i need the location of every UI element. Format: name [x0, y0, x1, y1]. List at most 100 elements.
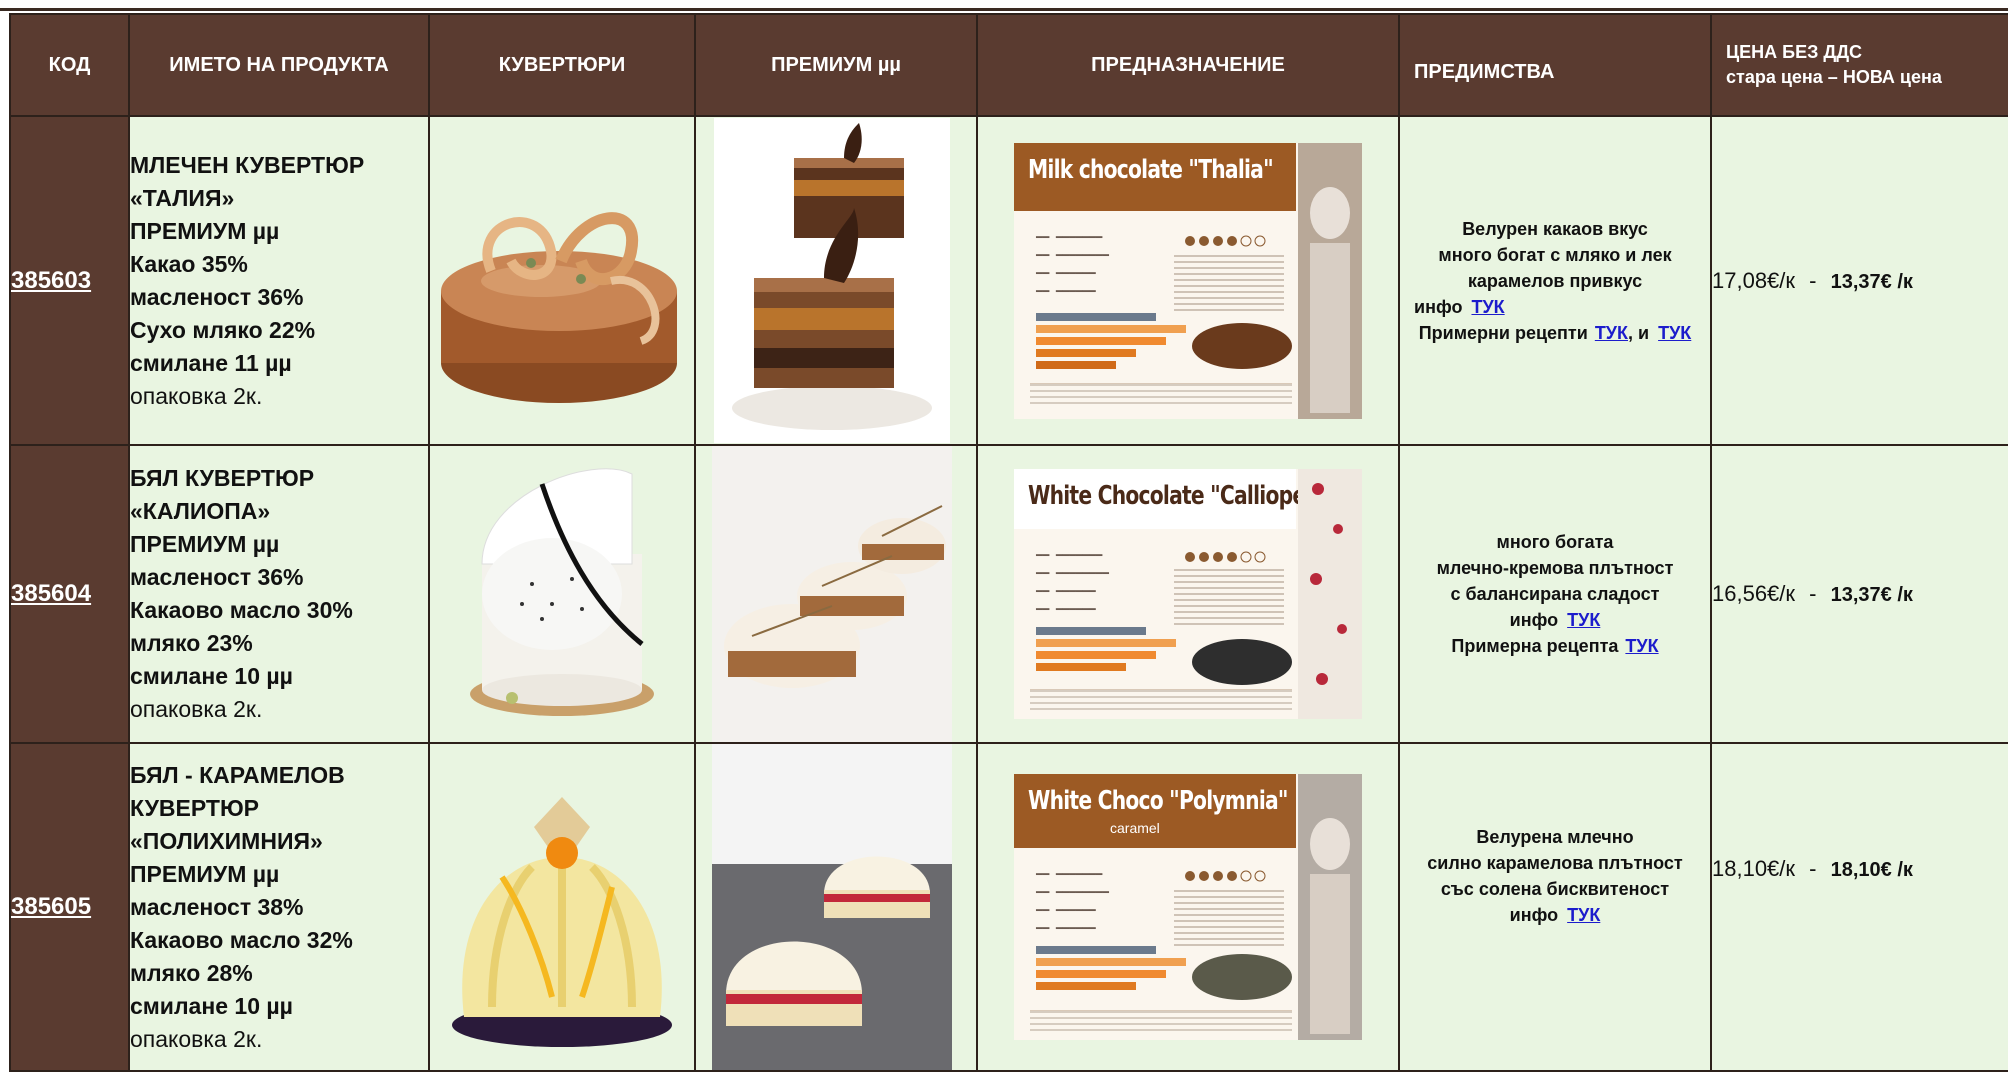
- product-name-line: ПРЕМИУМ µµ: [130, 860, 280, 887]
- info-link[interactable]: ТУК: [1567, 610, 1600, 630]
- product-name-line: смилане 11 µµ: [130, 349, 292, 376]
- couverture-image-cell: [428, 444, 696, 744]
- card-subtitle: caramel: [1110, 820, 1160, 836]
- header-row: КОД ИМЕТО НА ПРОДУКТА КУВЕРТЮРИ ПРЕМИУМ …: [9, 13, 2008, 117]
- price-cell: 17,08€/к - 13,37€ /к: [1710, 115, 2008, 446]
- price-separator: -: [1809, 856, 1817, 881]
- layered-chocolate-cake-image: [714, 118, 950, 443]
- statue-photo: [1298, 142, 1362, 419]
- new-price: 13,37€ /к: [1830, 584, 1913, 606]
- benefit-line: млечно-кремова плътност: [1436, 558, 1674, 578]
- product-code-link[interactable]: 385604: [11, 580, 91, 607]
- new-price: 18,10€ /к: [1830, 859, 1913, 881]
- couverture-image-cell: [428, 115, 696, 446]
- product-table: КОД ИМЕТО НА ПРОДУКТА КУВЕРТЮРИ ПРЕМИУМ …: [9, 13, 2008, 1072]
- code-cell: 385605: [9, 742, 130, 1072]
- price-separator: -: [1809, 581, 1817, 606]
- infographic-card: Milk chocolate "Thalia" ━━ ━━━━━━━ ━━ ━━…: [1014, 142, 1362, 419]
- product-code-link[interactable]: 385605: [11, 893, 91, 920]
- table-row: 385605 БЯЛ - КАРАМЕЛОВ КУВЕРТЮР «ПОЛИХИМ…: [9, 742, 2008, 1072]
- product-name-line: Какаово масло 30%: [130, 597, 353, 623]
- infographic-card: White Chocolate "Calliope" ━━ ━━━━━━━ ━━…: [1014, 469, 1362, 719]
- benefit-line: Велурена млечно: [1476, 827, 1634, 847]
- product-name-line: масленост 36%: [130, 283, 304, 310]
- packaging-text: опаковка 2к.: [130, 1025, 263, 1052]
- packaging-text: опаковка 2к.: [130, 382, 263, 409]
- premium-image-cell: [694, 115, 978, 446]
- info-link[interactable]: ТУК: [1471, 297, 1504, 317]
- card-title: Milk chocolate "Thalia": [1028, 154, 1274, 185]
- card-title: White Chocolate "Calliope": [1028, 481, 1316, 511]
- milk-chocolate-cake-image: [441, 211, 677, 403]
- infographic-card: White Choco "Polymnia" caramel ━━ ━━━━━━…: [1014, 774, 1362, 1040]
- price-cell: 18,10€/к - 18,10€ /к: [1710, 742, 2008, 1072]
- info-label: инфо: [1414, 296, 1463, 317]
- couverture-image-cell: [428, 742, 696, 1072]
- header-benefits: ПРЕДИМСТВА: [1398, 13, 1712, 117]
- product-name-line: «КАЛИОПА»: [130, 498, 271, 524]
- packaging-text: опаковка 2к.: [130, 696, 263, 722]
- card-title: White Choco "Polymnia": [1028, 786, 1288, 816]
- header-price-line2: стара цена – НОВА цена: [1726, 67, 1942, 87]
- product-code-link[interactable]: 385603: [11, 267, 91, 294]
- benefit-line: много богат с мляко и лек: [1438, 244, 1672, 265]
- recipe-label: Примерни рецепти: [1418, 322, 1588, 343]
- product-name-line: масленост 38%: [130, 893, 304, 920]
- benefits-cell: Велурена млечно силно карамелова плътнос…: [1398, 742, 1712, 1072]
- white-tartlets-image: [712, 446, 952, 742]
- price-separator: -: [1809, 267, 1817, 293]
- recipe-link[interactable]: ТУК: [1595, 323, 1628, 343]
- purpose-cell: White Chocolate "Calliope" ━━ ━━━━━━━ ━━…: [976, 444, 1400, 744]
- product-name-line: мляко 28%: [130, 959, 253, 986]
- recipe-link[interactable]: ТУК: [1658, 323, 1691, 343]
- table-row: 385603 МЛЕЧЕН КУВЕРТЮР «ТАЛИЯ» ПРЕМИУМ µ…: [9, 115, 2008, 446]
- benefits-cell: Велурен какаов вкус много богат с мляко …: [1398, 115, 1712, 446]
- price-cell: 16,56€/к - 13,37€ /к: [1710, 444, 2008, 744]
- product-name-line: мляко 23%: [130, 630, 253, 656]
- product-name-line: «ТАЛИЯ»: [130, 184, 235, 211]
- benefit-line: със солена бисквитеност: [1440, 879, 1670, 899]
- product-name-line: масленост 36%: [130, 564, 304, 590]
- info-label: инфо: [1509, 905, 1559, 925]
- product-name-cell: БЯЛ - КАРАМЕЛОВ КУВЕРТЮР «ПОЛИХИМНИЯ» ПР…: [128, 742, 430, 1072]
- header-premium: ПРЕМИУМ µµ: [694, 13, 978, 117]
- cocoa-rating-icon: [1185, 870, 1266, 882]
- cocoa-rating-icon: [1185, 235, 1266, 246]
- recipe-separator: , и: [1628, 322, 1650, 343]
- product-name-line: КУВЕРТЮР: [130, 794, 260, 821]
- cocoa-rating-icon: [1185, 551, 1266, 563]
- old-price: 17,08€/к: [1712, 267, 1796, 293]
- caramel-dome-dessert-image: [452, 797, 672, 1047]
- taste-bars: [1036, 946, 1186, 994]
- code-cell: 385604: [9, 444, 130, 744]
- white-chocolate-dessert-image: [470, 468, 654, 716]
- benefit-line: карамелов привкус: [1467, 270, 1643, 291]
- header-price-line1: ЦЕНА БЕЗ ДДС: [1726, 42, 1863, 62]
- product-name-line: БЯЛ - КАРАМЕЛОВ: [130, 761, 345, 788]
- raspberry-cake-photo: [1298, 469, 1362, 719]
- product-name-line: ПРЕМИУМ µµ: [130, 217, 280, 244]
- purpose-cell: Milk chocolate "Thalia" ━━ ━━━━━━━ ━━ ━━…: [976, 115, 1400, 446]
- product-name-line: смилане 10 µµ: [130, 663, 293, 689]
- table-row: 385604 БЯЛ КУВЕРТЮР «КАЛИОПА» ПРЕМИУМ µµ…: [9, 444, 2008, 744]
- recipe-label: Примерна рецепта: [1451, 636, 1619, 656]
- purpose-cell: White Choco "Polymnia" caramel ━━ ━━━━━━…: [976, 742, 1400, 1072]
- header-code: КОД: [9, 13, 130, 117]
- code-cell: 385603: [9, 115, 130, 446]
- product-name-line: «ПОЛИХИМНИЯ»: [130, 827, 323, 854]
- benefit-line: с балансирана сладост: [1450, 584, 1660, 604]
- old-price: 18,10€/к: [1712, 856, 1796, 881]
- premium-image-cell: [694, 742, 978, 1072]
- premium-image-cell: [694, 444, 978, 744]
- product-name-line: смилане 10 µµ: [130, 992, 293, 1019]
- header-purpose: ПРЕДНАЗНАЧЕНИЕ: [976, 13, 1400, 117]
- product-name-line: Какаово масло 32%: [130, 926, 353, 953]
- benefit-line: много богата: [1496, 532, 1614, 552]
- taste-bars: [1036, 312, 1186, 373]
- recipe-link[interactable]: ТУК: [1625, 636, 1658, 656]
- benefit-line: силно карамелова плътност: [1427, 853, 1683, 873]
- product-name-line: ПРЕМИУМ µµ: [130, 531, 280, 557]
- product-name-line: Какао 35%: [130, 250, 248, 277]
- statue-photo: [1298, 774, 1362, 1040]
- info-link[interactable]: ТУК: [1567, 905, 1600, 925]
